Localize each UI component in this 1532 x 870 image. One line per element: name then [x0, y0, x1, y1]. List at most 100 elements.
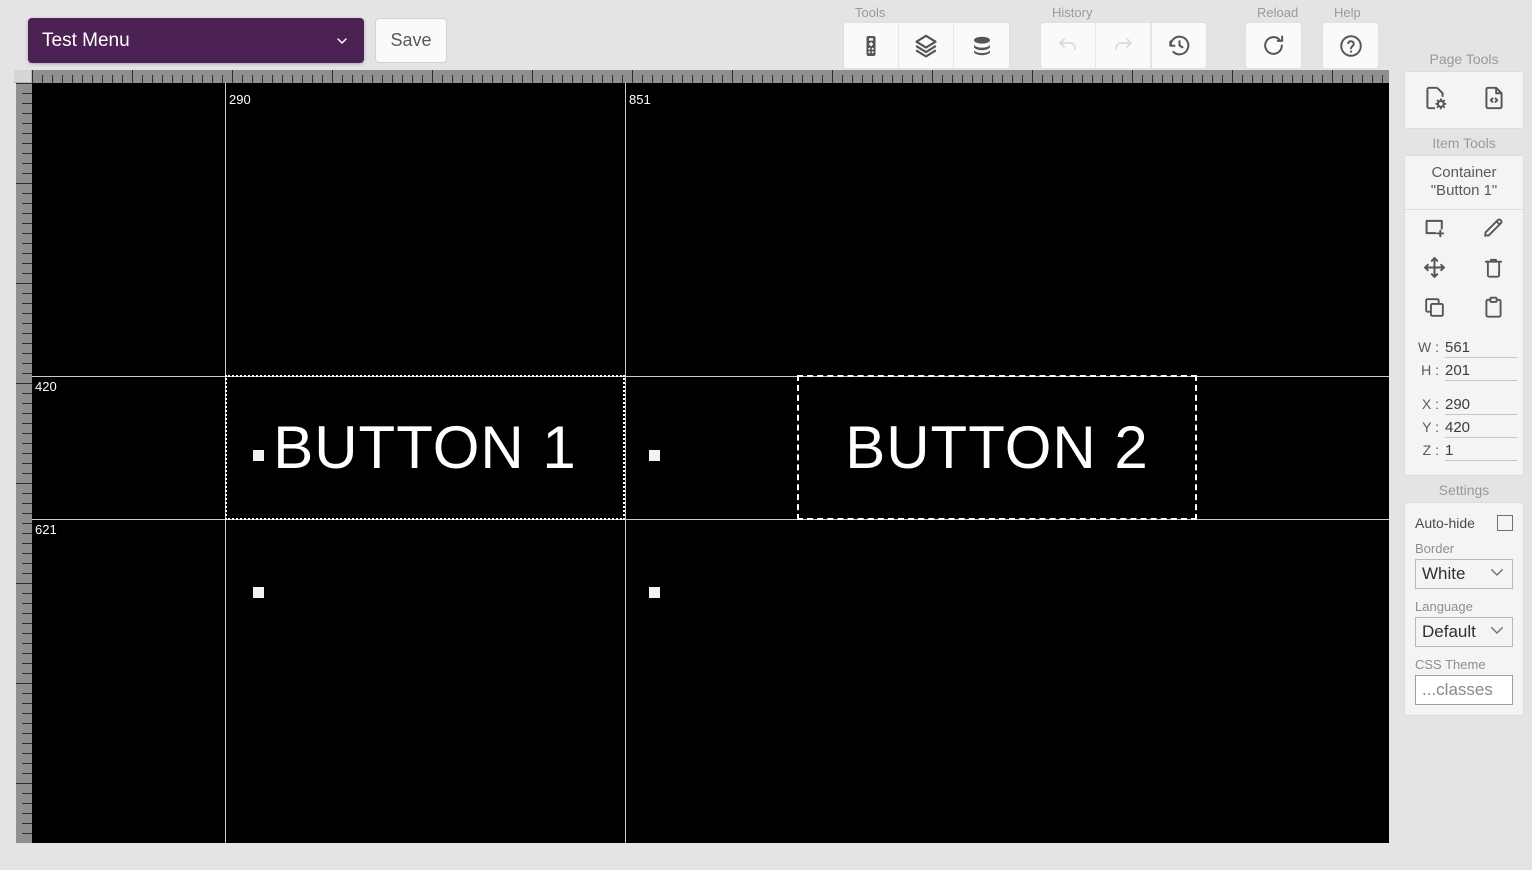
database-icon	[970, 34, 994, 58]
dimension-row-x: X : 290	[1411, 396, 1517, 415]
remote-control-button[interactable]	[844, 23, 899, 68]
selected-item-title: Container "Button 1"	[1405, 156, 1523, 210]
dimension-value-z[interactable]: 1	[1445, 442, 1517, 461]
dimension-value-h[interactable]: 201	[1445, 362, 1517, 381]
css-theme-label: CSS Theme	[1415, 657, 1486, 672]
dimension-spacer	[1411, 385, 1517, 396]
canvas-item-button-2[interactable]: BUTTON 2	[797, 375, 1197, 520]
dimension-row-y: Y : 420	[1411, 419, 1517, 438]
layout-editor-app: Test Menu Save Tools History Reload Help…	[0, 0, 1532, 870]
delete-trash-icon	[1481, 255, 1506, 285]
workspace: 290 851 420 621 BUTTON 1 BUTTON 2	[0, 70, 1392, 870]
guide-label-y-420: 420	[35, 379, 57, 394]
settings-panel: Auto-hide Border White Language Default	[1404, 502, 1524, 716]
item-tools-label: Item Tools	[1432, 135, 1496, 151]
history-group-label: History	[1052, 5, 1093, 20]
reload-group-label: Reload	[1257, 5, 1299, 20]
auto-hide-checkbox[interactable]	[1497, 515, 1513, 531]
history-button[interactable]	[1151, 23, 1206, 68]
toolbar-group-history: History	[1040, 4, 1207, 69]
resize-handle-bottom-left[interactable]	[253, 587, 264, 598]
toolbar-group-help: Help	[1322, 4, 1379, 69]
dimension-key-x: X :	[1421, 396, 1439, 412]
redo-button[interactable]	[1096, 23, 1151, 68]
settings-label: Settings	[1438, 482, 1490, 498]
item-tools-icon-grid	[1405, 210, 1523, 330]
resize-handle-top-right[interactable]	[649, 450, 660, 461]
language-field: Language Default	[1405, 599, 1523, 657]
help-button[interactable]	[1323, 23, 1378, 68]
selected-item-name: "Button 1"	[1430, 182, 1498, 199]
reload-button[interactable]	[1246, 23, 1301, 68]
dimension-row-h: H : 201	[1411, 362, 1517, 381]
reload-button-row	[1245, 22, 1302, 69]
design-canvas[interactable]: 290 851 420 621 BUTTON 1 BUTTON 2	[32, 83, 1389, 843]
guide-label-y-621: 621	[35, 522, 57, 537]
resize-handle-top-left[interactable]	[253, 450, 264, 461]
move-button[interactable]	[1405, 250, 1464, 290]
css-theme-placeholder: ...classes	[1422, 680, 1493, 699]
auto-hide-row: Auto-hide	[1405, 503, 1523, 541]
menu-dropdown-label: Test Menu	[42, 29, 130, 51]
toolbar-group-reload: Reload	[1245, 4, 1302, 69]
save-button-label: Save	[390, 30, 432, 50]
border-select[interactable]: White	[1415, 559, 1513, 589]
language-select[interactable]: Default	[1415, 617, 1513, 647]
auto-hide-label: Auto-hide	[1415, 515, 1475, 531]
border-label: Border	[1415, 541, 1455, 556]
toolbar-group-tools: Tools	[843, 4, 1010, 69]
chevron-down-icon	[1488, 621, 1506, 644]
page-tools-label: Page Tools	[1429, 51, 1499, 67]
dimension-value-w[interactable]: 561	[1445, 339, 1517, 358]
language-label: Language	[1415, 599, 1473, 614]
page-tools-icon-grid	[1405, 72, 1523, 128]
ruler-corner	[14, 70, 32, 83]
resize-handle-bottom-right[interactable]	[649, 587, 660, 598]
canvas-item-label: BUTTON 2	[845, 414, 1149, 481]
copy-icon	[1422, 295, 1447, 325]
chevron-down-icon	[1488, 563, 1506, 586]
dimension-row-z: Z : 1	[1411, 442, 1517, 461]
help-circle-icon	[1338, 33, 1364, 59]
copy-button[interactable]	[1405, 290, 1464, 330]
guide-label-x-290: 290	[229, 92, 251, 107]
css-theme-field: CSS Theme ...classes	[1405, 657, 1523, 715]
move-arrows-icon	[1422, 255, 1447, 285]
save-button[interactable]: Save	[375, 18, 447, 63]
page-code-button[interactable]	[1464, 72, 1523, 128]
layers-button[interactable]	[899, 23, 954, 68]
remote-control-icon	[859, 34, 883, 58]
page-settings-icon	[1422, 85, 1448, 116]
delete-button[interactable]	[1464, 250, 1523, 290]
layers-icon	[913, 33, 939, 59]
reload-icon	[1261, 33, 1286, 58]
ruler-vertical[interactable]	[16, 83, 32, 843]
add-container-button[interactable]	[1405, 210, 1464, 250]
selected-item-type: Container	[1431, 164, 1497, 181]
database-button[interactable]	[954, 23, 1009, 68]
paste-button[interactable]	[1464, 290, 1523, 330]
undo-button[interactable]	[1041, 23, 1096, 68]
dimension-row-w: W : 561	[1411, 339, 1517, 358]
ruler-horizontal[interactable]	[32, 70, 1389, 83]
dimension-value-y[interactable]: 420	[1445, 419, 1517, 438]
css-theme-input[interactable]: ...classes	[1415, 675, 1513, 705]
guide-line-vertical	[625, 83, 626, 843]
history-button-row	[1040, 22, 1207, 69]
edit-pencil-icon	[1481, 215, 1506, 245]
help-button-row	[1322, 22, 1379, 69]
language-select-value: Default	[1422, 622, 1476, 641]
dimension-key-h: H :	[1421, 362, 1439, 378]
dimension-value-x[interactable]: 290	[1445, 396, 1517, 415]
border-select-value: White	[1422, 564, 1466, 583]
add-container-icon	[1422, 215, 1447, 245]
menu-dropdown[interactable]: Test Menu	[28, 18, 364, 63]
canvas-item-button-1[interactable]: BUTTON 1	[225, 375, 625, 520]
help-group-label: Help	[1334, 5, 1361, 20]
tools-button-row	[843, 22, 1010, 69]
page-settings-button[interactable]	[1405, 72, 1464, 128]
page-tools-panel	[1404, 71, 1524, 129]
chevron-down-icon	[334, 33, 350, 49]
edit-button[interactable]	[1464, 210, 1523, 250]
undo-icon	[1056, 34, 1080, 58]
